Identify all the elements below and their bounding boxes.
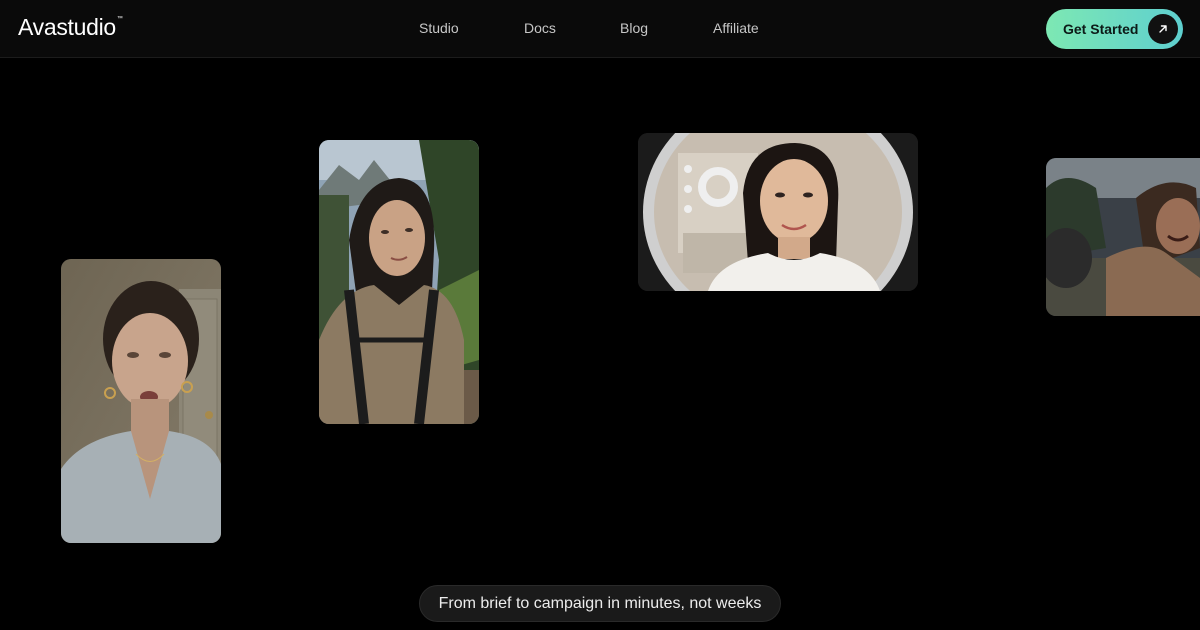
nav-link-studio[interactable]: Studio: [419, 20, 459, 36]
nav-link-docs[interactable]: Docs: [524, 20, 556, 36]
video-card-ring-light[interactable]: [638, 133, 918, 291]
nav-link-blog[interactable]: Blog: [620, 20, 648, 36]
action-scene-image: [1046, 158, 1200, 316]
video-card-hiker-selfie[interactable]: [319, 140, 479, 424]
landing-page: Avastudio ™ Studio Docs Blog Affiliate G…: [0, 0, 1200, 630]
arrow-up-right-icon: [1148, 14, 1178, 44]
site-header: Avastudio ™ Studio Docs Blog Affiliate G…: [0, 0, 1200, 58]
hero-tagline: From brief to campaign in minutes, not w…: [419, 585, 781, 622]
brand-logo[interactable]: Avastudio ™: [18, 14, 123, 41]
nav-link-affiliate[interactable]: Affiliate: [713, 20, 759, 36]
woman-talking-image: [61, 259, 221, 543]
get-started-button[interactable]: Get Started: [1046, 9, 1183, 49]
video-card-woman-talking[interactable]: [61, 259, 221, 543]
hiker-selfie-image: [319, 140, 479, 424]
get-started-label: Get Started: [1063, 21, 1139, 37]
ring-light-image: [638, 133, 918, 291]
video-card-action-scene[interactable]: [1046, 158, 1200, 316]
trademark-mark: ™: [116, 16, 123, 22]
brand-logo-text: Avastudio: [18, 14, 116, 40]
